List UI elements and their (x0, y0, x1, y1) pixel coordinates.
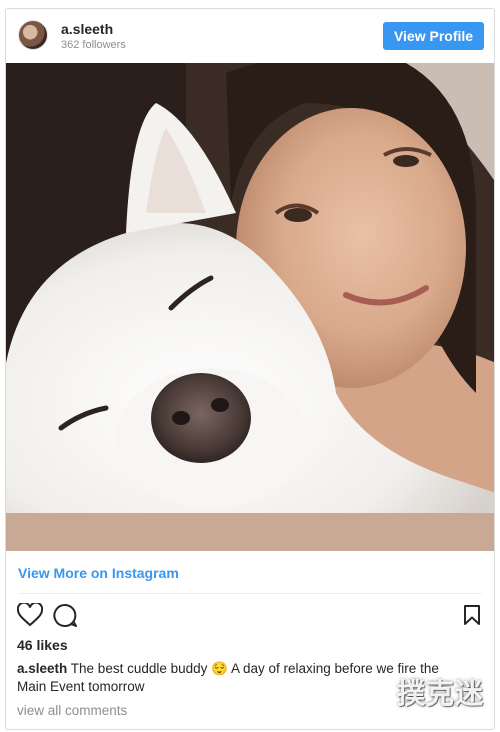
bookmark-icon[interactable] (463, 604, 481, 626)
caption-username[interactable]: a.sleeth (17, 661, 67, 676)
comment-icon[interactable] (52, 603, 78, 628)
instagram-embed-card: a.sleeth 362 followers View Profile View… (5, 8, 495, 730)
post-photo[interactable] (6, 63, 494, 551)
divider (18, 593, 482, 594)
view-more-link[interactable]: View More on Instagram (18, 565, 179, 581)
likes-count[interactable]: 46 likes (17, 637, 68, 653)
caption-text: The best cuddle buddy 😌 A day of relaxin… (17, 661, 439, 694)
followers-count: 362 followers (61, 39, 126, 51)
watermark-logo: 撲克迷 (396, 677, 484, 710)
heart-icon[interactable] (17, 603, 43, 627)
view-comments-link[interactable]: view all comments (17, 703, 127, 718)
view-profile-button[interactable]: View Profile (383, 22, 484, 50)
post-header: a.sleeth 362 followers View Profile (6, 9, 494, 63)
post-photo-image (6, 63, 494, 551)
avatar[interactable] (18, 20, 48, 50)
username[interactable]: a.sleeth (61, 21, 113, 37)
